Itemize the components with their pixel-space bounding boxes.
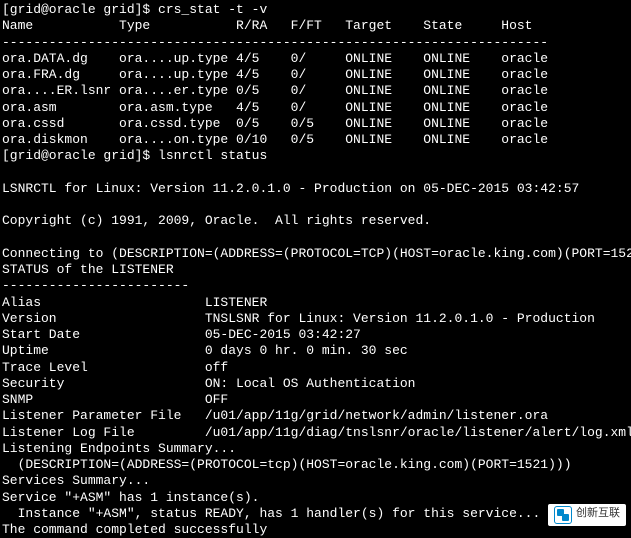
table-row: ora.diskmon ora....on.type 0/10 0/5 ONLI… — [2, 132, 548, 147]
listener-uptime: Uptime 0 days 0 hr. 0 min. 30 sec — [2, 343, 408, 358]
separator: ----------------------------------------… — [2, 35, 548, 50]
connecting-line: Connecting to (DESCRIPTION=(ADDRESS=(PRO… — [2, 246, 631, 261]
endpoint-description: (DESCRIPTION=(ADDRESS=(PROTOCOL=tcp)(HOS… — [2, 457, 572, 472]
logo-text: 创新互联 — [576, 508, 620, 522]
completed-line: The command completed successfully — [2, 522, 267, 537]
table-row: ora.cssd ora.cssd.type 0/5 0/5 ONLINE ON… — [2, 116, 548, 131]
listener-security: Security ON: Local OS Authentication — [2, 376, 415, 391]
endpoints-summary: Listening Endpoints Summary... — [2, 441, 236, 456]
table-header: Name Type R/RA F/FT Target State Host — [2, 18, 533, 33]
table-row: ora....ER.lsnr ora....er.type 0/5 0/ ONL… — [2, 83, 548, 98]
table-row: ora.asm ora.asm.type 4/5 0/ ONLINE ONLIN… — [2, 100, 548, 115]
table-row: ora.DATA.dg ora....up.type 4/5 0/ ONLINE… — [2, 51, 548, 66]
listener-version: Version TNSLSNR for Linux: Version 11.2.… — [2, 311, 595, 326]
listener-trace-level: Trace Level off — [2, 360, 228, 375]
listener-alias: Alias LISTENER — [2, 295, 267, 310]
table-row: ora.FRA.dg ora....up.type 4/5 0/ ONLINE … — [2, 67, 548, 82]
services-summary: Services Summary... — [2, 473, 150, 488]
prompt-line: [grid@oracle grid]$ crs_stat -t -v — [2, 2, 267, 17]
copyright: Copyright (c) 1991, 2009, Oracle. All ri… — [2, 213, 431, 228]
lsnrctl-banner: LSNRCTL for Linux: Version 11.2.0.1.0 - … — [2, 181, 579, 196]
separator: ------------------------ — [2, 278, 189, 293]
instance-line: Instance "+ASM", status READY, has 1 han… — [2, 506, 540, 521]
service-line: Service "+ASM" has 1 instance(s). — [2, 490, 259, 505]
listener-snmp: SNMP OFF — [2, 392, 228, 407]
listener-param-file: Listener Parameter File /u01/app/11g/gri… — [2, 408, 548, 423]
listener-start-date: Start Date 05-DEC-2015 03:42:27 — [2, 327, 361, 342]
prompt-line: [grid@oracle grid]$ lsnrctl status — [2, 148, 267, 163]
status-header: STATUS of the LISTENER — [2, 262, 174, 277]
watermark-logo: 创新互联 — [548, 504, 626, 526]
listener-log-file: Listener Log File /u01/app/11g/diag/tnsl… — [2, 425, 631, 440]
terminal-output: [grid@oracle grid]$ crs_stat -t -v Name … — [2, 2, 629, 538]
logo-icon — [554, 506, 572, 524]
